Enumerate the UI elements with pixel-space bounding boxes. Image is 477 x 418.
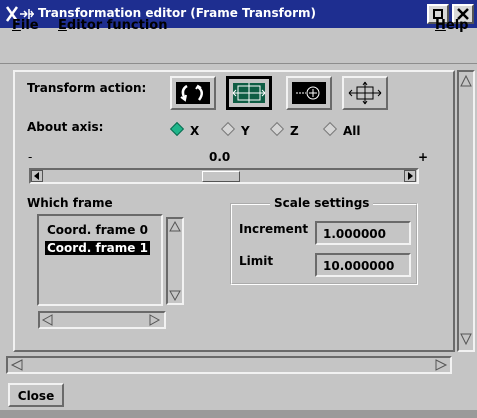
frame-list-item-selected[interactable]: Coord. frame 1 [45,241,150,255]
scroll-arrows-icon [10,359,448,371]
move-icon [348,81,382,105]
slider-value: 0.0 [209,150,231,164]
scale-settings-title: Scale settings [270,196,374,210]
axis-radio-y[interactable]: Y [220,121,250,138]
frame-list-item[interactable]: Coord. frame 0 [47,223,148,237]
limit-label: Limit [239,254,274,268]
main-hscrollbar[interactable] [6,356,452,374]
scroll-arrows-icon [41,314,161,326]
limit-field[interactable]: 10.000000 [315,253,411,277]
menu-help[interactable]: Help [435,18,468,33]
frame-list-vscrollbar[interactable] [166,217,184,305]
main-vscrollbar[interactable] [457,70,475,352]
increment-field[interactable]: 1.000000 [315,221,411,245]
translate-action-button[interactable] [226,76,272,110]
translate-icon [232,83,266,103]
frame-list-hscrollbar[interactable] [38,311,166,329]
slider-min-label: - [28,150,33,164]
menu-editor-function[interactable]: Editor function [58,18,167,33]
axis-radio-x[interactable]: X [169,121,199,138]
move-action-button[interactable] [342,76,388,110]
scroll-arrows-icon [460,74,472,346]
radio-off-icon [220,121,236,137]
transform-action-label: Transform action: [27,81,147,95]
menu-file[interactable]: File [12,18,39,33]
slider-thumb[interactable] [202,171,240,182]
status-strip [0,410,477,418]
radio-off-icon [269,121,285,137]
slider-right-arrow[interactable] [404,170,416,182]
scale-icon [296,86,320,100]
scroll-arrows-icon [169,220,181,302]
frame-list[interactable]: Coord. frame 0 Coord. frame 1 [37,214,163,306]
close-button[interactable]: Close [8,383,64,407]
about-axis-label: About axis: [27,120,104,134]
scale-action-button[interactable] [286,76,332,110]
which-frame-label: Which frame [27,196,113,210]
axis-radio-z[interactable]: Z [269,121,299,138]
menu-bar [0,28,477,64]
radio-on-icon [169,121,185,137]
slider-max-label: + [418,150,429,164]
rotate-icon [180,84,203,102]
arrow-right-icon [408,172,413,180]
axis-radio-all[interactable]: All [322,121,361,138]
slider-left-arrow[interactable] [31,170,43,182]
radio-off-icon [322,121,338,137]
rotate-action-button[interactable] [170,76,216,110]
increment-label: Increment [239,222,309,236]
arrow-left-icon [34,172,39,180]
